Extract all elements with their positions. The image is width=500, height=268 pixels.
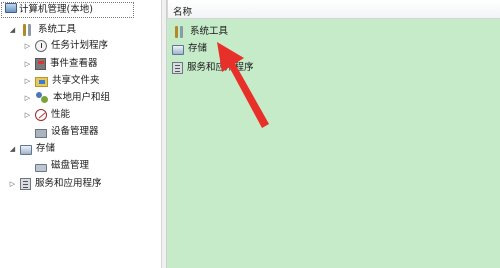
collapse-arrow-icon[interactable]: ◢ bbox=[8, 26, 17, 35]
tree-item-storage[interactable]: ◢ 存储 bbox=[8, 141, 55, 157]
tree-item-label: 性能 bbox=[51, 109, 71, 120]
users-icon bbox=[35, 91, 49, 105]
tree-item-label: 服务和应用程序 bbox=[35, 178, 102, 189]
tree-item-event-viewer[interactable]: ▷ 事件查看器 bbox=[23, 56, 98, 72]
column-divider bbox=[167, 0, 168, 19]
tree-item-performance[interactable]: ▷ 性能 bbox=[23, 107, 70, 123]
tree-item-label: 事件查看器 bbox=[50, 58, 98, 69]
tree-item-label: 设备管理器 bbox=[51, 126, 99, 137]
expand-arrow-icon[interactable]: ▷ bbox=[23, 60, 32, 69]
list-item-label: 服务和应用程序 bbox=[187, 62, 254, 73]
system-tools-icon bbox=[20, 23, 34, 37]
column-header-name[interactable]: 名称 bbox=[167, 0, 500, 19]
services-icon bbox=[172, 62, 183, 74]
list-pane: 名称 系统工具 存储 服务和应用程序 bbox=[167, 0, 500, 268]
shared-folder-icon bbox=[35, 77, 48, 87]
expand-arrow-icon[interactable]: ▷ bbox=[23, 111, 32, 120]
tree-pane: 计算机管理(本地) ◢ 系统工具 ▷ 任务计划程序 ▷ 事件查看器 ▷ 共享文件… bbox=[0, 0, 161, 268]
tree-item-local-users[interactable]: ▷ 本地用户和组 bbox=[23, 90, 110, 106]
storage-icon bbox=[20, 145, 32, 155]
tree-item-disk-management[interactable]: 磁盘管理 bbox=[35, 158, 89, 174]
computer-management-icon bbox=[5, 3, 17, 13]
system-tools-icon bbox=[172, 25, 186, 39]
tree-item-label: 存储 bbox=[36, 143, 56, 154]
performance-icon bbox=[35, 109, 47, 121]
expand-arrow-icon[interactable]: ▷ bbox=[23, 94, 32, 103]
list-item-services-apps[interactable]: 服务和应用程序 bbox=[172, 60, 254, 76]
tree-item-label: 任务计划程序 bbox=[51, 40, 109, 51]
tree-item-services-apps[interactable]: ▷ 服务和应用程序 bbox=[8, 176, 102, 192]
tree-item-shared-folders[interactable]: ▷ 共享文件夹 bbox=[23, 73, 100, 89]
expand-arrow-icon[interactable]: ▷ bbox=[23, 42, 32, 51]
tree-item-label: 系统工具 bbox=[38, 24, 77, 35]
tree-item-system-tools[interactable]: ◢ 系统工具 bbox=[8, 22, 76, 38]
tree-item-label: 磁盘管理 bbox=[51, 160, 90, 171]
list-item-system-tools[interactable]: 系统工具 bbox=[172, 24, 228, 40]
services-icon bbox=[20, 178, 31, 190]
device-manager-icon bbox=[35, 129, 47, 138]
tree-item-task-scheduler[interactable]: ▷ 任务计划程序 bbox=[23, 38, 108, 54]
list-item-label: 系统工具 bbox=[190, 26, 229, 37]
list-item-label: 存储 bbox=[188, 43, 208, 54]
tree-item-label: 本地用户和组 bbox=[53, 92, 111, 103]
tree-item-label: 共享文件夹 bbox=[52, 75, 100, 86]
tree-item-label: 计算机管理(本地) bbox=[19, 4, 93, 15]
event-viewer-icon bbox=[35, 58, 46, 70]
storage-icon bbox=[172, 45, 184, 55]
disk-icon bbox=[35, 164, 47, 172]
clock-icon bbox=[35, 40, 47, 52]
expand-arrow-icon[interactable]: ▷ bbox=[23, 77, 32, 86]
tree-item-device-manager[interactable]: 设备管理器 bbox=[35, 124, 99, 140]
column-header-label: 名称 bbox=[173, 7, 193, 18]
tree-item-root[interactable]: 计算机管理(本地) bbox=[3, 2, 93, 18]
collapse-arrow-icon[interactable]: ◢ bbox=[8, 145, 17, 154]
expand-arrow-icon[interactable]: ▷ bbox=[8, 180, 17, 189]
list-item-storage[interactable]: 存储 bbox=[172, 41, 207, 57]
